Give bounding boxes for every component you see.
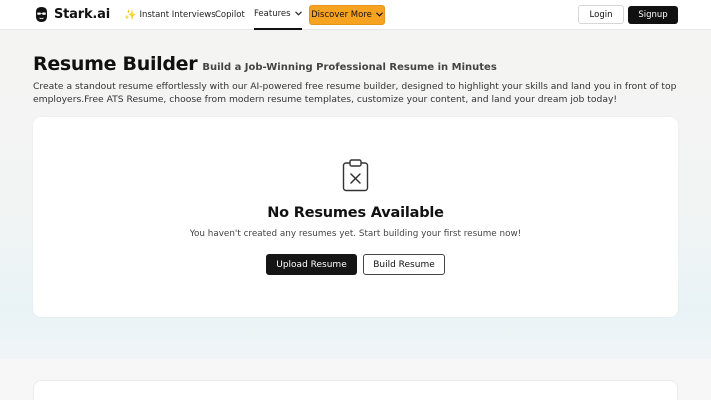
- nav-features-label: Features: [254, 9, 291, 19]
- brand-logo[interactable]: Stark.ai: [34, 6, 110, 23]
- empty-state-title: No Resumes Available: [267, 205, 444, 221]
- lower-section-card: [33, 380, 678, 400]
- page-description: Create a standout resume effortlessly wi…: [33, 81, 677, 105]
- nav-copilot[interactable]: Copilot: [215, 0, 245, 30]
- top-navbar: Stark.ai ✨ Instant Interviews Copilot Fe…: [0, 0, 711, 30]
- stark-face-icon: [36, 7, 47, 22]
- nav-features[interactable]: Features: [254, 0, 302, 30]
- build-resume-button[interactable]: Build Resume: [363, 254, 445, 275]
- chevron-down-icon: [294, 10, 302, 18]
- sparkle-icon: ✨: [124, 9, 137, 21]
- page-title: Resume Builder Build a Job-Winning Profe…: [33, 53, 497, 75]
- page-subtitle: Build a Job-Winning Professional Resume …: [202, 62, 497, 73]
- discover-more-label: Discover More: [311, 10, 372, 20]
- empty-state-message: You haven't created any resumes yet. Sta…: [189, 229, 522, 239]
- nav-instant-interviews-label: Instant Interviews: [139, 10, 216, 20]
- page-title-main: Resume Builder: [33, 53, 198, 75]
- nav-instant-interviews[interactable]: ✨ Instant Interviews: [124, 0, 216, 30]
- signup-button[interactable]: Signup: [628, 6, 678, 24]
- login-button[interactable]: Login: [578, 5, 624, 24]
- chevron-down-icon: [375, 11, 383, 19]
- clipboard-x-icon: [342, 159, 369, 192]
- upload-resume-button[interactable]: Upload Resume: [266, 254, 357, 275]
- discover-more-button[interactable]: Discover More: [309, 5, 385, 25]
- brand-name: Stark.ai: [54, 7, 110, 22]
